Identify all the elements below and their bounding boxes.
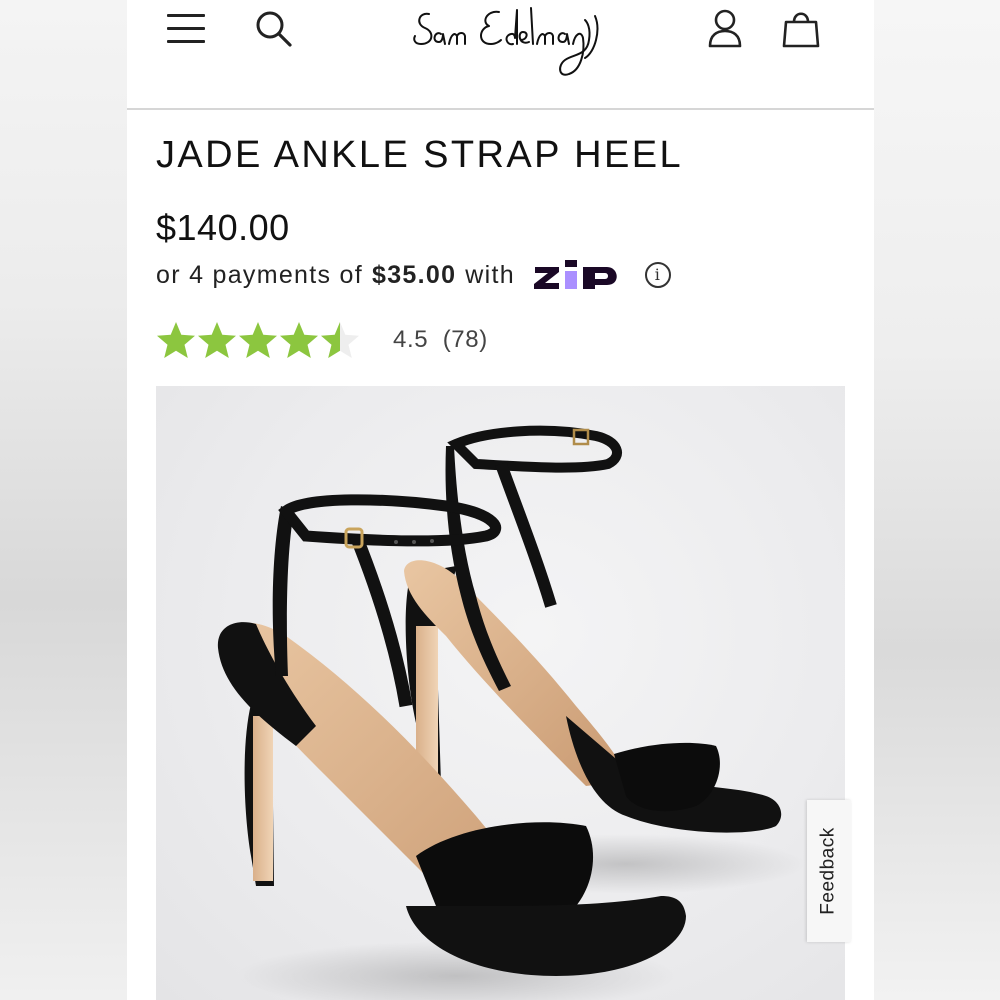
product-title: JADE ANKLE STRAP HEEL <box>156 134 683 176</box>
background-right <box>874 0 1000 1000</box>
product-price: $140.00 <box>156 207 290 248</box>
rating-value: 4.5 <box>393 326 429 353</box>
brand-logo[interactable] <box>409 0 599 82</box>
search-icon[interactable] <box>253 8 293 48</box>
shopping-bag-icon[interactable] <box>781 8 821 50</box>
installment-amount: $35.00 <box>372 260 457 289</box>
review-count: (78) <box>442 326 488 353</box>
installment-prefix: or 4 payments of <box>156 260 364 289</box>
half-star-icon <box>321 322 359 358</box>
zip-logo[interactable] <box>533 258 631 292</box>
product-image[interactable] <box>156 386 845 1000</box>
installment-info: or 4 payments of $35.00 with i <box>156 257 671 293</box>
product-rating[interactable]: 4.5 (78) <box>156 318 488 362</box>
hamburger-menu-icon[interactable] <box>167 12 207 44</box>
star-icon <box>280 322 318 358</box>
star-icon <box>157 322 195 358</box>
background-left <box>0 0 127 1000</box>
feedback-button[interactable]: Feedback <box>807 800 851 942</box>
star-icon <box>198 322 236 358</box>
feedback-label: Feedback <box>818 827 840 915</box>
star-icon <box>239 322 277 358</box>
site-header <box>127 0 874 110</box>
installment-suffix: with <box>465 260 515 289</box>
info-icon[interactable]: i <box>644 262 671 288</box>
rating-stars <box>156 320 361 360</box>
back-shoe <box>404 425 782 833</box>
rating-summary: 4.5 (78) <box>393 326 488 354</box>
product-page: JADE ANKLE STRAP HEEL $140.00 or 4 payme… <box>127 0 874 1000</box>
user-account-icon[interactable] <box>707 8 743 50</box>
